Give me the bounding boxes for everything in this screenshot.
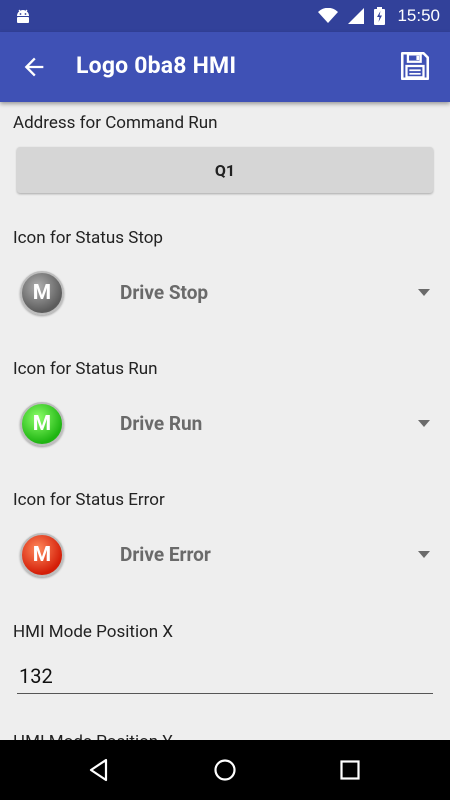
status-stop-label: Icon for Status Stop [13, 228, 163, 248]
nav-home-icon[interactable] [212, 757, 238, 783]
motor-icon-letter: M [32, 412, 52, 436]
motor-run-icon: M [20, 402, 64, 446]
status-error-label: Icon for Status Error [13, 490, 165, 510]
hmi-position-x-label: HMI Mode Position X [13, 622, 174, 642]
back-arrow-icon[interactable] [20, 53, 48, 81]
clock: 15:50 [397, 6, 440, 25]
save-icon[interactable] [398, 49, 432, 83]
hmi-position-x-input[interactable]: 132 [17, 658, 433, 694]
navigation-bar [0, 740, 450, 800]
status-run-label: Icon for Status Run [13, 359, 158, 379]
status-stop-selected: Drive Stop [120, 281, 209, 304]
command-run-address-button[interactable]: Q1 [17, 147, 433, 193]
motor-stop-icon: M [20, 271, 64, 315]
app-bar: Logo 0ba8 HMI [0, 32, 450, 102]
hmi-position-y-label: HMI Mode Position Y [13, 732, 173, 740]
settings-form: Address for Command Run Q1 Icon for Stat… [0, 102, 450, 740]
status-run-selected: Drive Run [120, 412, 203, 435]
motor-icon-letter: M [32, 281, 52, 305]
page-title: Logo 0ba8 HMI [76, 52, 237, 79]
status-error-spinner[interactable]: M Drive Error [0, 525, 450, 587]
dropdown-arrow-icon [418, 551, 430, 558]
status-bar: 15:50 [0, 0, 450, 32]
status-error-selected: Drive Error [120, 543, 211, 566]
signal-icon [348, 8, 365, 24]
dropdown-arrow-icon [418, 420, 430, 427]
battery-charging-icon [374, 7, 386, 25]
wifi-icon [318, 8, 339, 23]
status-run-spinner[interactable]: M Drive Run [0, 394, 450, 456]
nav-back-icon[interactable] [86, 757, 112, 783]
motor-icon-letter: M [32, 543, 52, 567]
android-debug-icon [17, 9, 29, 23]
status-stop-spinner[interactable]: M Drive Stop [0, 263, 450, 325]
dropdown-arrow-icon [418, 289, 430, 296]
motor-error-icon: M [20, 533, 64, 577]
command-run-label: Address for Command Run [13, 113, 218, 133]
nav-recents-icon[interactable] [337, 757, 363, 783]
